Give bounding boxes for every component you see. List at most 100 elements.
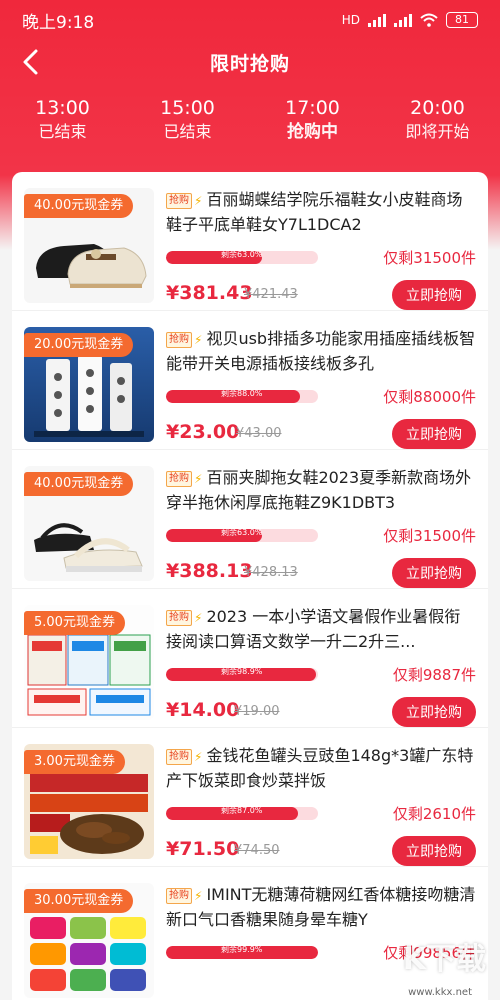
product-title-text: 金钱花鱼罐头豆豉鱼148g*3罐广东特产下饭菜即食炒菜拌饭 [166,746,474,790]
coupon-badge: 3.00元现金券 [24,750,125,774]
product-image: 30.00元现金券 [24,883,154,998]
stock-percent-label: 剩余98.9% [221,667,263,676]
product-item[interactable]: 40.00元现金券 抢购 ⚡ 百丽蝴蝶结学院乐福鞋女小皮鞋商场鞋子平底单鞋女Y7L1… [12,172,488,311]
coupon-badge: 40.00元现金券 [24,194,134,218]
network-type-label: HD [341,13,360,27]
product-title: 抢购 ⚡ 2023 一本小学语文暑假作业暑假衔接阅读口算语文数学一升二2升三... [166,605,476,653]
product-title-text: 视贝usb排插多功能家用插座插线板智能带开关电源插板接线板多孔 [166,329,476,373]
price-row: ¥14.00 ¥19.00 立即抢购 [166,697,476,727]
lightning-icon: ⚡ [194,333,203,347]
product-title-text: 百丽夹脚拖女鞋2023夏季新款商场外穿半拖休闲厚底拖鞋Z9K1DBT3 [166,468,472,512]
product-title: 抢购 ⚡ 百丽夹脚拖女鞋2023夏季新款商场外穿半拖休闲厚底拖鞋Z9K1DBT3 [166,466,476,514]
sale-price: ¥381.43 [166,282,253,304]
sale-price: ¥14.00 [166,699,240,721]
buy-now-button[interactable]: 立即抢购 [392,280,476,310]
session-time: 13:00 [35,97,90,119]
product-list: 40.00元现金券 抢购 ⚡ 百丽蝴蝶结学院乐福鞋女小皮鞋商场鞋子平底单鞋女Y7L1… [12,172,488,1000]
watermark-url: www.kkx.net [408,987,472,998]
remaining-count: 仅剩2610件 [392,805,476,823]
session-tab-1700[interactable]: 17:00 抢购中 [250,96,375,156]
stock-row: 剩余88.0% 仅剩88000件 [166,387,476,407]
product-info: 抢购 ⚡ 金钱花鱼罐头豆豉鱼148g*3罐广东特产下饭菜即食炒菜拌饭 剩余87.0%… [166,744,476,866]
lightning-icon: ⚡ [194,194,203,208]
lightning-icon: ⚡ [194,611,203,625]
status-bar: 晚上9:18 HD 81 [0,0,500,40]
price-row: ¥71.50 ¥74.50 立即抢购 [166,836,476,866]
original-price: ¥421.43 [244,287,298,302]
product-title: 抢购 ⚡ IMINT无糖薄荷糖网红香体糖接吻糖清新口气口香糖果随身晕车糖Y [166,883,476,931]
page-title: 限时抢购 [209,52,290,75]
product-image: 5.00元现金券 [24,605,154,720]
stock-percent-label: 剩余63.0% [221,528,263,537]
coupon-badge: 40.00元现金券 [24,472,134,496]
product-info: 抢购 ⚡ 百丽蝴蝶结学院乐福鞋女小皮鞋商场鞋子平底单鞋女Y7L1DCA2 剩余63.… [166,188,476,310]
sale-price: ¥23.00 [166,421,240,443]
product-image: 40.00元现金券 [24,188,154,303]
coupon-badge: 30.00元现金券 [24,889,134,913]
flash-sale-tag: 抢购 [166,749,192,765]
coupon-badge: 5.00元现金券 [24,611,125,635]
session-time: 20:00 [410,97,465,119]
session-status: 即将开始 [405,122,470,141]
session-status: 已结束 [38,122,87,141]
back-arrow-icon[interactable] [18,48,46,76]
product-image: 20.00元现金券 [24,327,154,442]
product-item[interactable]: 20.00元现金券 抢购 ⚡ 视贝usb排插多功能家用插座插线板智能带开关电源插板接… [12,311,488,450]
remaining-count: 仅剩31500件 [383,527,476,545]
session-status: 已结束 [163,122,212,141]
original-price: ¥428.13 [244,565,298,580]
product-title: 抢购 ⚡ 百丽蝴蝶结学院乐福鞋女小皮鞋商场鞋子平底单鞋女Y7L1DCA2 [166,188,476,236]
product-item[interactable]: 5.00元现金券 抢购 ⚡ 2023 一本小学语文暑假作业暑假衔接阅读口算语文数学一… [12,589,488,728]
sale-price: ¥71.50 [166,838,240,860]
product-title-text: IMINT无糖薄荷糖网红香体糖接吻糖清新口气口香糖果随身晕车糖Y [166,885,476,929]
wifi-icon [420,13,438,27]
stock-row: 剩余98.9% 仅剩9887件 [166,665,476,685]
cell-signal-2-icon [394,13,412,27]
watermark-logo: K下载 [386,934,486,984]
buy-now-button[interactable]: 立即抢购 [392,836,476,866]
session-tab-2000[interactable]: 20:00 即将开始 [375,96,500,156]
stock-percent-label: 剩余87.0% [221,806,263,815]
session-status: 抢购中 [287,122,338,142]
product-title: 抢购 ⚡ 视贝usb排插多功能家用插座插线板智能带开关电源插板接线板多孔 [166,327,476,375]
product-info: 抢购 ⚡ 百丽夹脚拖女鞋2023夏季新款商场外穿半拖休闲厚底拖鞋Z9K1DBT3 剩… [166,466,476,588]
product-title: 抢购 ⚡ 金钱花鱼罐头豆豉鱼148g*3罐广东特产下饭菜即食炒菜拌饭 [166,744,476,792]
remaining-count: 仅剩88000件 [383,388,476,406]
session-tabs: 13:00 已结束 15:00 已结束 17:00 抢购中 20:00 即将开始 [0,96,500,156]
stock-percent-label: 剩余63.0% [221,250,263,259]
stock-row: 剩余63.0% 仅剩31500件 [166,248,476,268]
remaining-count: 仅剩9887件 [392,666,476,684]
lightning-icon: ⚡ [194,750,203,764]
price-row: ¥388.13 ¥428.13 立即抢购 [166,558,476,588]
price-row: ¥23.00 ¥43.00 立即抢购 [166,419,476,449]
session-time: 17:00 [285,97,340,119]
buy-now-button[interactable]: 立即抢购 [392,697,476,727]
product-item[interactable]: 40.00元现金券 抢购 ⚡ 百丽夹脚拖女鞋2023夏季新款商场外穿半拖休闲厚底拖鞋… [12,450,488,589]
product-image: 3.00元现金券 [24,744,154,859]
stock-row: 剩余63.0% 仅剩31500件 [166,526,476,546]
status-time: 晚上9:18 [22,12,95,33]
flash-sale-tag: 抢购 [166,332,192,348]
flash-sale-tag: 抢购 [166,471,192,487]
flash-sale-tag: 抢购 [166,193,192,209]
flash-sale-tag: 抢购 [166,610,192,626]
session-tab-1300[interactable]: 13:00 已结束 [0,96,125,156]
price-row: ¥381.43 ¥421.43 立即抢购 [166,280,476,310]
product-image: 40.00元现金券 [24,466,154,581]
stock-percent-label: 剩余99.9% [221,945,263,954]
lightning-icon: ⚡ [194,889,203,903]
stock-percent-label: 剩余88.0% [221,389,263,398]
session-tab-1500[interactable]: 15:00 已结束 [125,96,250,156]
status-icons: HD 81 [342,12,478,28]
watermark-text: K下载 [402,942,486,977]
lightning-icon: ⚡ [194,472,203,486]
stock-row: 剩余87.0% 仅剩2610件 [166,804,476,824]
sale-price: ¥388.13 [166,560,253,582]
buy-now-button[interactable]: 立即抢购 [392,558,476,588]
remaining-count: 仅剩31500件 [383,249,476,267]
cell-signal-icon [368,13,386,27]
product-item[interactable]: 3.00元现金券 抢购 ⚡ 金钱花鱼罐头豆豉鱼148g*3罐广东特产下饭菜即食炒菜拌… [12,728,488,867]
session-time: 15:00 [160,97,215,119]
buy-now-button[interactable]: 立即抢购 [392,419,476,449]
product-info: 抢购 ⚡ 视贝usb排插多功能家用插座插线板智能带开关电源插板接线板多孔 剩余88.… [166,327,476,449]
